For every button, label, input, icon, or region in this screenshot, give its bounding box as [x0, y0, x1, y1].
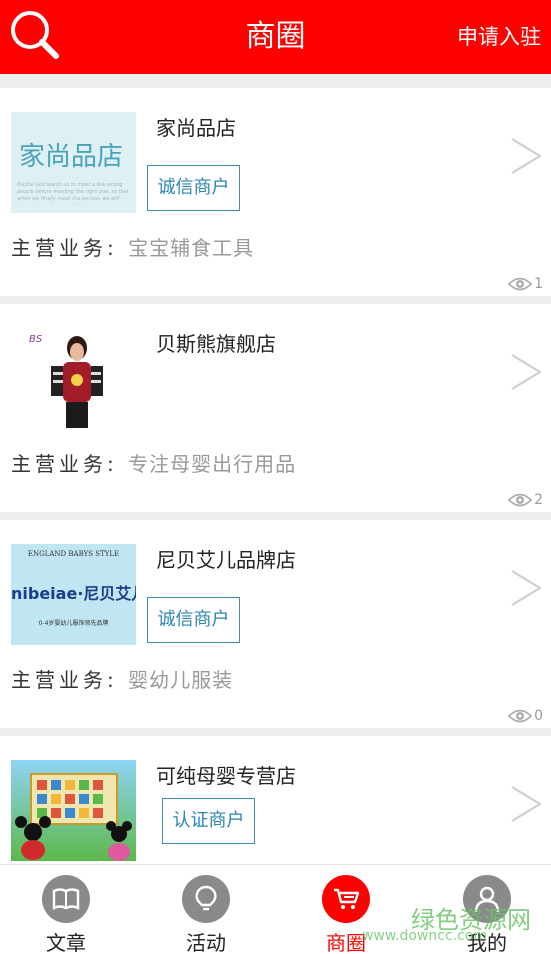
cart-icon	[322, 875, 370, 923]
watermark-url: www.downcc.com	[361, 928, 487, 944]
shop-card[interactable]: ENGLAND BABYS STYLE nibeiae·尼贝艾儿 0-4岁婴幼儿…	[0, 520, 551, 728]
eye-icon	[508, 277, 533, 291]
shop-name[interactable]: 家尚品店	[156, 112, 236, 141]
book-icon	[42, 875, 90, 923]
eye-icon	[508, 709, 533, 723]
shop-name[interactable]: 尼贝艾儿品牌店	[156, 544, 296, 573]
shop-logo: ENGLAND BABYS STYLE nibeiae·尼贝艾儿 0-4岁婴幼儿…	[11, 544, 136, 645]
chevron-right-icon[interactable]	[509, 352, 543, 392]
app-header: 商圈 申请入驻	[0, 0, 551, 74]
bulb-icon	[182, 875, 230, 923]
view-count: 1	[508, 274, 543, 294]
shop-card[interactable]: BS 贝斯熊旗舰店 主营业务: 专注母婴出行用品 2	[0, 304, 551, 512]
view-count-value: 0	[534, 708, 543, 724]
chevron-right-icon[interactable]	[509, 568, 543, 608]
main-business-value: 婴幼儿服装	[128, 668, 234, 692]
chevron-right-icon[interactable]	[509, 784, 543, 824]
main-business: 主营业务: 宝宝辅食工具	[11, 232, 254, 261]
tab-label: 文章	[46, 931, 86, 954]
tab-activities[interactable]: 活动	[156, 865, 256, 954]
chevron-right-icon[interactable]	[509, 136, 543, 176]
view-count: 2	[508, 490, 543, 510]
view-count-value: 2	[534, 492, 543, 508]
main-business-value: 专注母婴出行用品	[128, 452, 297, 476]
shop-logo-text: ENGLAND BABYS STYLE	[27, 550, 120, 558]
trust-badge: 诚信商户	[147, 165, 240, 211]
tab-label: 活动	[186, 931, 226, 954]
main-business-label: 主营业务:	[11, 668, 118, 692]
shop-logo	[11, 760, 136, 861]
view-count: 0	[508, 706, 543, 726]
main-business: 主营业务: 专注母婴出行用品	[11, 448, 296, 477]
shop-logo-subtext: Maybe God wants us to meet a few wrong p…	[17, 182, 129, 204]
apply-join-button[interactable]: 申请入驻	[457, 0, 541, 74]
shop-name[interactable]: 贝斯熊旗舰店	[156, 328, 276, 357]
shop-card[interactable]: 可纯母婴专营店 认证商户	[0, 736, 551, 864]
main-business-label: 主营业务:	[11, 452, 118, 476]
shop-card[interactable]: 家尚品店 Maybe God wants us to meet a few wr…	[0, 88, 551, 296]
view-count-value: 1	[534, 276, 543, 292]
main-business: 主营业务: 婴幼儿服装	[11, 664, 233, 693]
shop-list[interactable]: 家尚品店 Maybe God wants us to meet a few wr…	[0, 74, 551, 864]
trust-badge: 诚信商户	[147, 597, 240, 643]
main-business-label: 主营业务:	[11, 236, 118, 260]
shop-logo: BS	[11, 328, 136, 429]
tab-articles[interactable]: 文章	[16, 865, 116, 954]
product-photo	[15, 773, 132, 861]
shop-logo-subtext: 0-4岁婴幼儿服饰领先品牌	[38, 620, 109, 627]
shop-name[interactable]: 可纯母婴专营店	[156, 760, 296, 789]
shop-logo-text: 家尚品店	[19, 142, 124, 172]
shop-logo-brand: nibeiae·尼贝艾儿	[11, 584, 136, 603]
main-business-value: 宝宝辅食工具	[128, 236, 255, 260]
shop-logo-text: BS	[29, 334, 43, 345]
certified-badge: 认证商户	[162, 798, 255, 844]
shop-logo: 家尚品店 Maybe God wants us to meet a few wr…	[11, 112, 136, 213]
eye-icon	[508, 493, 533, 507]
